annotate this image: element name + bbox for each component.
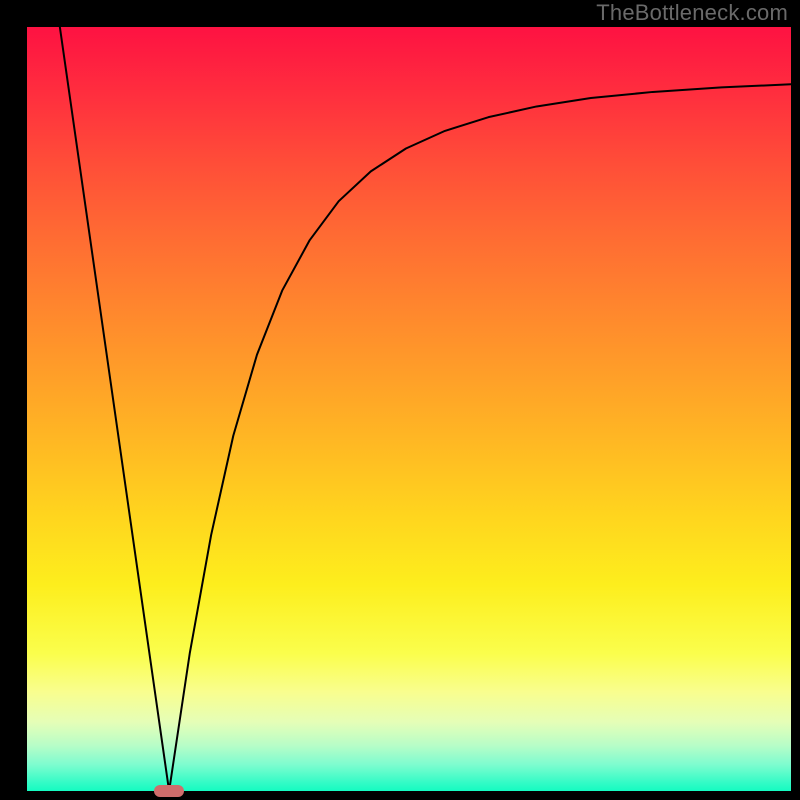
plot-area xyxy=(27,27,791,791)
bottleneck-curve xyxy=(60,27,791,791)
optimal-marker xyxy=(154,785,184,797)
watermark-text: TheBottleneck.com xyxy=(596,0,788,26)
chart-frame: TheBottleneck.com xyxy=(0,0,800,800)
curve-layer xyxy=(27,27,791,791)
